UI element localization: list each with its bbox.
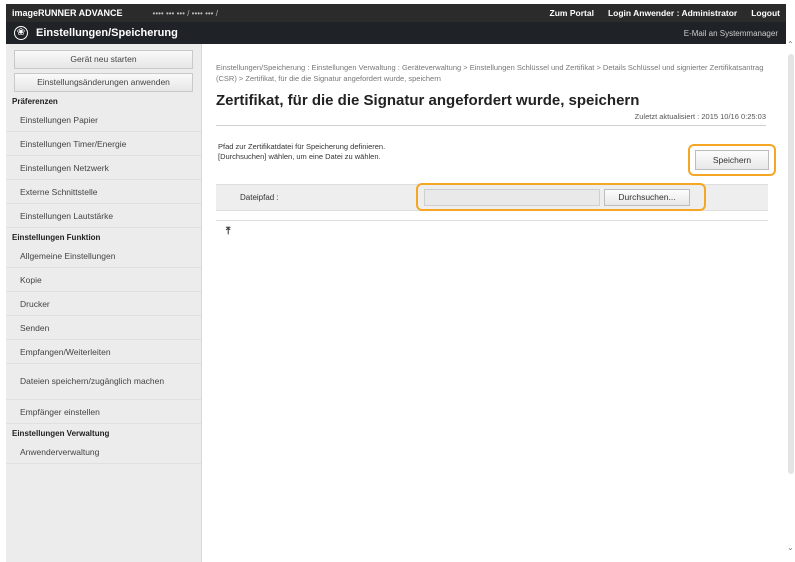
scroll-up-icon[interactable]: ⌃ (787, 40, 794, 49)
sidebar-item-printer[interactable]: Drucker (6, 292, 201, 316)
mail-admin-link[interactable]: E-Mail an Systemmanager (684, 29, 778, 38)
file-path-highlight: Durchsuchen... (416, 183, 706, 211)
page-scrollbar[interactable]: ⌃ ⌄ (787, 40, 795, 562)
top-bar: imageRUNNER ADVANCE •••• ••• ••• / •••• … (6, 4, 786, 22)
restart-device-button[interactable]: Gerät neu starten (14, 50, 193, 69)
instructions: Pfad zur Zertifikatdatei für Speicherung… (218, 142, 385, 162)
apply-changes-button[interactable]: Einstellungsänderungen anwenden (14, 73, 193, 92)
instruction-line: Pfad zur Zertifikatdatei für Speicherung… (218, 142, 386, 151)
save-button[interactable]: Speichern (695, 150, 769, 170)
sidebar-section-title: Einstellungen Verwaltung (12, 429, 110, 438)
top-links: Zum Portal Login Anwender : Administrato… (550, 8, 780, 18)
title-divider (216, 125, 766, 126)
breadcrumb: Einstellungen/Speicherung : Einstellunge… (216, 63, 764, 83)
page-header: ❀ Einstellungen/Speicherung E-Mail an Sy… (6, 22, 786, 44)
sidebar-item-store-access-files[interactable]: Dateien speichern/zugänglich machen (6, 364, 201, 400)
product-name: imageRUNNER ADVANCE (12, 8, 123, 18)
browse-button[interactable]: Durchsuchen... (604, 189, 690, 206)
sidebar-item-paper[interactable]: Einstellungen Papier (6, 108, 201, 132)
content-divider (216, 220, 768, 221)
sidebar-item-timer-energy[interactable]: Einstellungen Timer/Energie (6, 132, 201, 156)
login-user-info: Login Anwender : Administrator (608, 8, 737, 18)
scrollbar-thumb[interactable] (788, 54, 794, 474)
sidebar: Gerät neu starten Einstellungsänderungen… (6, 44, 202, 562)
header-title: Einstellungen/Speicherung (36, 27, 178, 39)
page-title: Zertifikat, für die die Signatur angefor… (216, 92, 640, 109)
file-path-input[interactable] (424, 189, 600, 206)
login-user: Administrator (681, 8, 738, 18)
sidebar-item-user-management[interactable]: Anwenderverwaltung (6, 440, 201, 464)
portal-link[interactable]: Zum Portal (550, 8, 594, 18)
sidebar-item-copy[interactable]: Kopie (6, 268, 201, 292)
sidebar-item-general[interactable]: Allgemeine Einstellungen (6, 244, 201, 268)
sidebar-item-send[interactable]: Senden (6, 316, 201, 340)
sidebar-item-volume[interactable]: Einstellungen Lautstärke (6, 204, 201, 228)
sidebar-section-title: Präferenzen (12, 97, 58, 106)
scroll-down-icon[interactable]: ⌄ (787, 543, 794, 552)
sidebar-item-set-destination[interactable]: Empfänger einstellen (6, 400, 201, 424)
logout-link[interactable]: Logout (751, 8, 780, 18)
scroll-to-top-icon[interactable]: ⤒ (226, 226, 230, 237)
sidebar-section-title: Einstellungen Funktion (12, 233, 101, 242)
device-name: •••• ••• ••• / •••• ••• / (152, 8, 218, 18)
instruction-line: [Durchsuchen] wählen, um eine Datei zu w… (218, 152, 381, 161)
save-button-highlight: Speichern (688, 144, 776, 176)
main-content: Einstellungen/Speicherung : Einstellunge… (208, 44, 786, 562)
sidebar-item-receive-forward[interactable]: Empfangen/Weiterleiten (6, 340, 201, 364)
sidebar-item-external-interface[interactable]: Externe Schnittstelle (6, 180, 201, 204)
sidebar-item-network[interactable]: Einstellungen Netzwerk (6, 156, 201, 180)
settings-gear-icon: ❀ (14, 26, 28, 40)
last-updated: Zuletzt aktualisiert : 2015 10/16 0:25:0… (634, 112, 766, 121)
file-path-row: Dateipfad : Durchsuchen... (216, 183, 768, 211)
login-label: Login Anwender : (607, 8, 680, 18)
file-path-label: Dateipfad : (240, 193, 279, 202)
